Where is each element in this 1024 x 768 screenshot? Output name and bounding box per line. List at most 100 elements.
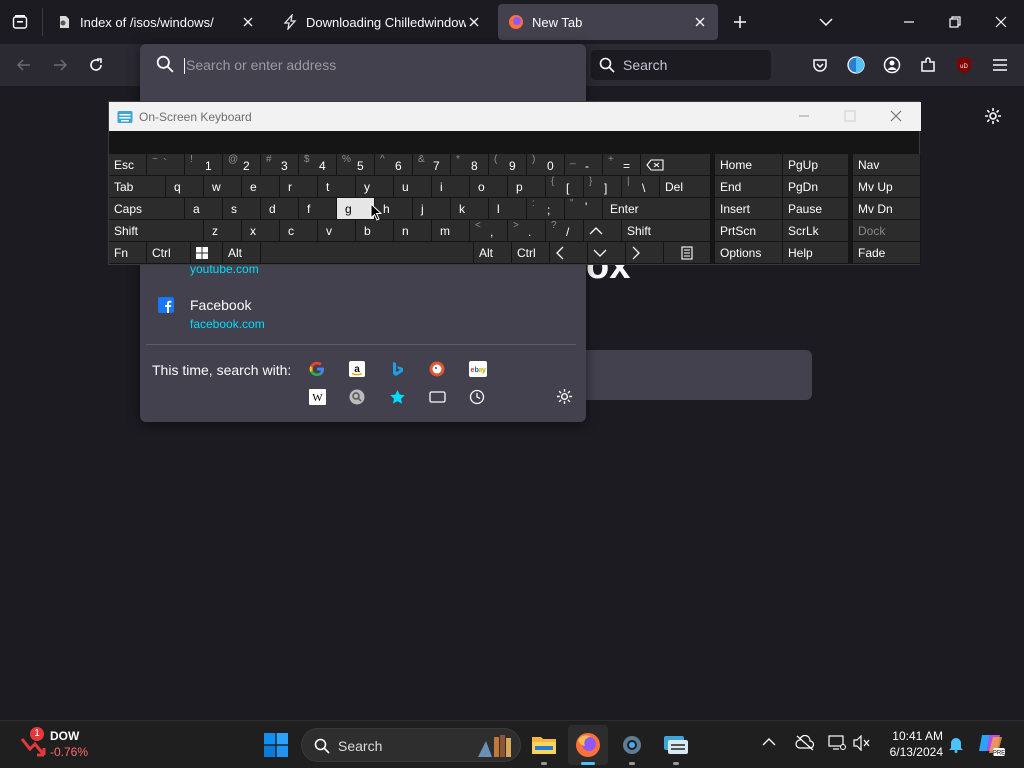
key-ctrl-right[interactable]: Ctrl [512,242,550,264]
search-settings-gear-icon[interactable] [556,388,573,405]
key-z[interactable]: z [204,220,242,242]
notifications-bell-icon[interactable] [948,735,964,753]
close-tab-icon[interactable] [240,14,256,30]
key-l[interactable]: l [489,198,527,220]
key-3[interactable]: #3 [261,154,299,176]
key-help[interactable]: Help [783,242,849,264]
ublock-origin-button[interactable]: uD [948,49,980,81]
vpn-extension-button[interactable] [840,49,872,81]
newtab-search-field[interactable] [586,350,812,400]
key-e[interactable]: e [242,176,280,198]
key-equals[interactable]: + = [603,154,641,176]
key-backslash[interactable]: | \ [622,176,660,198]
osk-titlebar[interactable]: On-Screen Keyboard [109,102,921,131]
history-clock-icon[interactable] [469,389,485,405]
key-m[interactable]: m [432,220,470,242]
key-backspace[interactable] [641,154,711,176]
key-end[interactable]: End [715,176,783,198]
onedrive-offline-icon[interactable] [795,735,815,751]
list-all-tabs-button[interactable] [810,6,842,38]
tabs-icon[interactable] [429,389,446,405]
key-mv-up[interactable]: Mv Up [853,176,921,198]
close-tab-icon[interactable] [466,14,482,30]
volume-muted-icon[interactable] [853,735,871,751]
key-pgdn[interactable]: PgDn [783,176,849,198]
key-minus[interactable]: _ - [565,154,603,176]
extensions-button[interactable] [912,49,944,81]
key-shift-left[interactable]: Shift [109,220,204,242]
key-d[interactable]: d [261,198,299,220]
key-6[interactable]: ^ 6 [375,154,413,176]
key-c[interactable]: c [280,220,318,242]
firefox-view-button[interactable] [4,6,36,38]
key-backtick[interactable]: ~ ` [147,154,185,176]
tab-new-tab[interactable]: New Tab [498,4,718,40]
key-4[interactable]: $4 [299,154,337,176]
key-5[interactable]: % 5 [337,154,375,176]
app-menu-button[interactable] [984,49,1016,81]
list-item[interactable]: Facebook facebook.com [190,297,265,331]
key-x[interactable]: x [242,220,280,242]
key-tab[interactable]: Tab [109,176,166,198]
key-w[interactable]: w [204,176,242,198]
key-2[interactable]: @2 [223,154,261,176]
search-engine-magnifier-icon[interactable] [349,389,365,405]
key-home[interactable]: Home [715,154,783,176]
key-prtscn[interactable]: PrtScn [715,220,783,242]
key-nav[interactable]: Nav [853,154,921,176]
forward-button[interactable] [44,49,76,81]
key-space[interactable] [261,242,474,264]
key-quote[interactable]: " ' [565,198,603,220]
key-ctrl-left[interactable]: Ctrl [147,242,191,264]
key-v[interactable]: v [318,220,356,242]
key-period[interactable]: >. [508,220,546,242]
key-menu[interactable] [664,242,711,264]
key-close-bracket[interactable]: }] [584,176,622,198]
key-q[interactable]: q [166,176,204,198]
key-i[interactable]: i [432,176,470,198]
display-icon[interactable] [828,735,846,751]
key-alt-left[interactable]: Alt [223,242,261,264]
key-o[interactable]: o [470,176,508,198]
key-b[interactable]: b [356,220,394,242]
bookmarks-star-icon[interactable] [389,389,406,405]
tab-isos[interactable]: Index of /isos/windows/ [46,4,266,40]
settings-taskbar-button[interactable] [612,725,652,765]
amazon-engine-icon[interactable]: a [349,361,365,377]
google-engine-icon[interactable] [309,361,325,377]
key-comma[interactable]: <, [470,220,508,242]
tab-downloading[interactable]: Downloading Chilledwindows.e [272,4,492,40]
key-insert[interactable]: Insert [715,198,783,220]
save-to-pocket-button[interactable] [804,49,836,81]
key-j[interactable]: j [413,198,451,220]
key-mv-dn[interactable]: Mv Dn [853,198,921,220]
firefox-taskbar-button[interactable] [568,725,608,765]
key-semicolon[interactable]: :; [527,198,565,220]
key-k[interactable]: k [451,198,489,220]
key-arrow-left[interactable] [550,242,588,264]
taskbar-search-box[interactable]: Search [301,728,521,762]
new-tab-button[interactable] [724,6,756,38]
reload-button[interactable] [80,49,112,81]
key-caps[interactable]: Caps [109,198,185,220]
osk-close-button[interactable] [881,109,911,123]
key-0[interactable]: ) 0 [527,154,565,176]
key-p[interactable]: p [508,176,546,198]
key-t[interactable]: t [318,176,356,198]
bing-engine-icon[interactable] [390,361,406,377]
on-screen-keyboard-taskbar-button[interactable] [656,725,696,765]
show-hidden-icons-button[interactable] [762,737,776,747]
minimize-button[interactable] [893,6,925,38]
key-slash[interactable]: ? / [546,220,584,242]
key-8[interactable]: * 8 [451,154,489,176]
account-button[interactable] [876,49,908,81]
key-arrow-right[interactable] [626,242,664,264]
key-open-bracket[interactable]: {[ [546,176,584,198]
key-r[interactable]: r [280,176,318,198]
key-9[interactable]: (9 [489,154,527,176]
key-dock[interactable]: Dock [853,220,921,242]
key-u[interactable]: u [394,176,432,198]
wikipedia-engine-icon[interactable]: W [309,389,326,405]
key-a[interactable]: a [185,198,223,220]
key-s[interactable]: s [223,198,261,220]
